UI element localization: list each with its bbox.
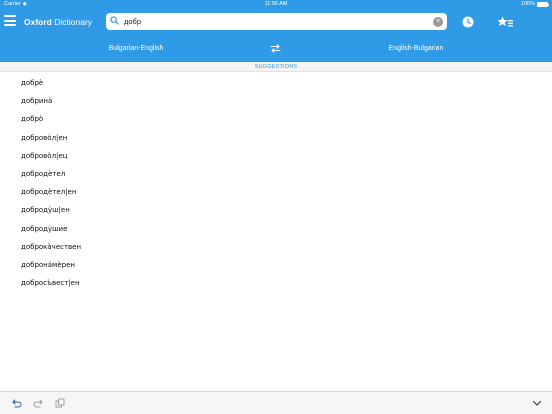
list-item[interactable]: добродѐтел|ен [0,183,552,201]
list-item[interactable]: доброка̀чествен [0,238,552,256]
language-english-bulgarian-button[interactable]: English-Bulgarian [280,35,552,62]
list-item[interactable]: добродѐтел [0,165,552,183]
suggestions-heading: SUGGESTIONS [0,62,552,72]
battery-icon [537,2,549,7]
list-item[interactable]: доброна́мѐрен [0,256,552,274]
undo-icon[interactable] [12,398,22,408]
search-bar: × [106,13,447,30]
bottom-toolbar [0,391,552,414]
list-item[interactable]: добро̀ [0,110,552,128]
list-item[interactable]: добрина̀ [0,92,552,110]
clear-icon[interactable]: × [433,16,443,27]
app-title-rest: Dictionary [51,17,93,27]
list-item[interactable]: доброду̀ш|ен [0,201,552,219]
hamburger-menu-icon[interactable] [4,15,16,26]
navigation-bar: Oxford Dictionary × [0,9,552,35]
list-item[interactable]: доброво̀л|ен [0,129,552,147]
search-input[interactable] [124,13,424,30]
search-icon [110,16,119,25]
language-bulgarian-english-button[interactable]: Bulgarian-English [0,35,272,62]
status-time: 11:56 AM [264,1,288,7]
clock-icon[interactable] [462,16,474,28]
suggestions-list: добрѐ добрина̀ добро̀ доброво̀л|ен добро… [0,74,552,292]
app-title-brand: Oxford [24,17,52,27]
list-item[interactable]: добрѐ [0,74,552,92]
list-item[interactable]: добросъ̀вест|ен [0,274,552,292]
list-item[interactable]: доброду̀шие [0,220,552,238]
battery-indicator: 100% [520,0,549,9]
copy-icon[interactable] [55,398,65,408]
list-item[interactable]: доброво̀л|ец [0,147,552,165]
chevron-down-icon[interactable] [532,398,542,408]
star-list-icon[interactable] [497,16,513,28]
app-title: Oxford Dictionary [24,9,92,35]
language-selector: Bulgarian-English English-Bulgarian [0,35,552,62]
battery-percent: 100% [520,1,535,7]
redo-icon[interactable] [33,398,43,408]
status-bar: Carrier ◆ 11:56 AM 100% [0,0,552,9]
